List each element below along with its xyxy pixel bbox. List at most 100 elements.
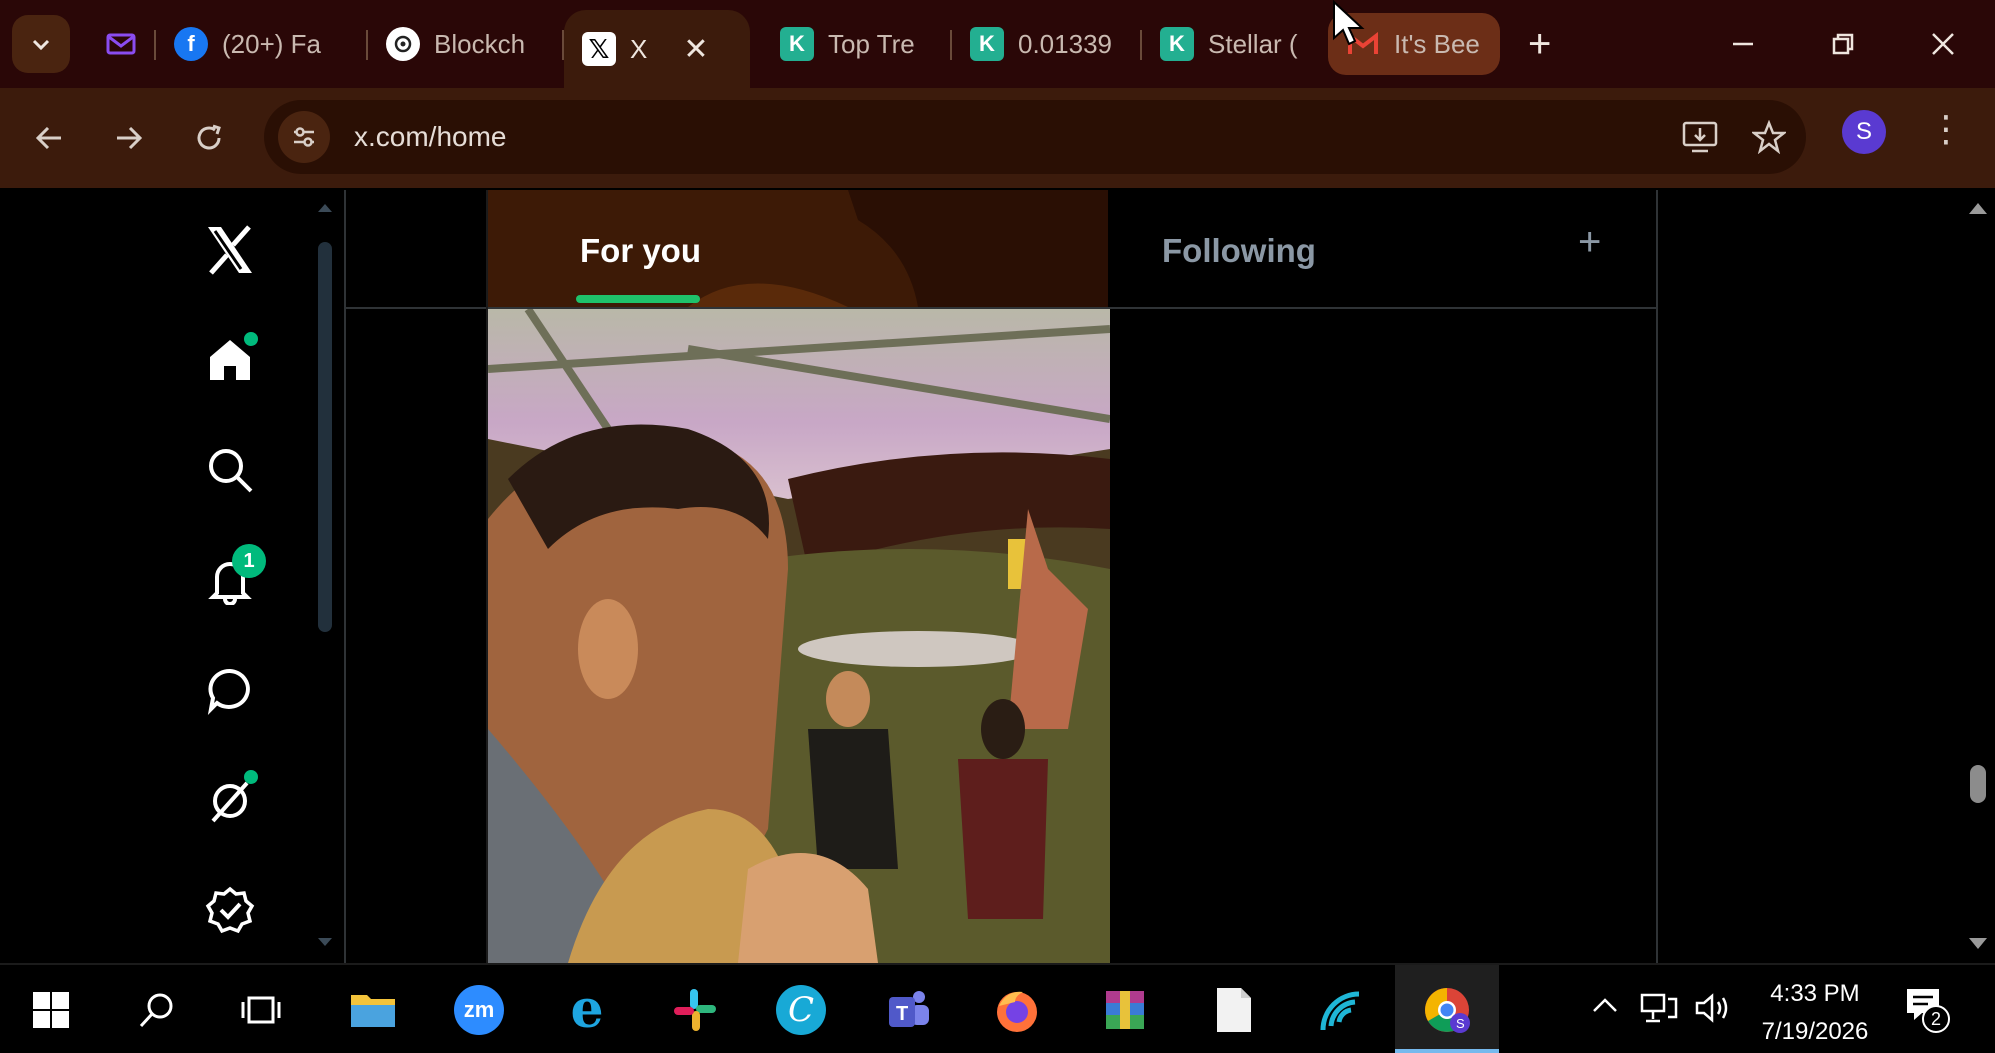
network-icon[interactable] (1640, 991, 1678, 1032)
clock-date: 7/19/2026 (1761, 1018, 1869, 1045)
arrow-right-icon (117, 126, 143, 150)
home-new-dot (244, 332, 258, 346)
verified-icon[interactable] (200, 880, 260, 940)
profile-avatar[interactable]: S (1842, 110, 1886, 154)
bookmark-star-icon[interactable] (1752, 120, 1786, 154)
tab-search-button[interactable] (12, 15, 70, 73)
kucoin-icon: K (1160, 27, 1194, 61)
action-center-badge: 2 (1922, 1005, 1950, 1033)
close-icon (1932, 33, 1954, 55)
tab-title: Stellar ( (1208, 28, 1298, 59)
page-scrollbar[interactable] (1964, 190, 1992, 963)
tab-mail[interactable] (86, 0, 156, 88)
internet-explorer-icon[interactable]: e (562, 984, 612, 1036)
grok-icon[interactable] (200, 770, 260, 830)
zoom-label: zm (454, 985, 504, 1035)
reload-button[interactable] (174, 103, 244, 173)
notepad-icon[interactable] (1208, 985, 1258, 1035)
svg-text:S: S (1456, 1016, 1465, 1031)
tab-stellar[interactable]: K Stellar ( (1142, 0, 1322, 88)
x-home-page: 1 For you Following + (0, 190, 1995, 963)
scroll-up-icon[interactable] (1964, 198, 1992, 218)
tab-price[interactable]: K 0.01339 (952, 0, 1142, 88)
search-icon[interactable] (132, 985, 182, 1035)
feed-tabs-header: For you Following + (346, 190, 1658, 309)
restore-icon (1832, 33, 1854, 55)
notifications-badge: 1 (232, 544, 266, 578)
clock-time: 4:33 PM (1770, 980, 1860, 1007)
kucoin-icon: K (970, 27, 1004, 61)
home-icon[interactable] (200, 330, 260, 390)
windows-start-icon[interactable] (26, 985, 76, 1035)
install-app-icon[interactable] (1682, 120, 1718, 154)
windows-taskbar: zm e C T S 4:33 PM 7/19/2026 2 (0, 963, 1995, 1053)
wireless-app-icon[interactable] (1314, 985, 1364, 1035)
close-window-button[interactable] (1893, 0, 1993, 88)
add-timeline-button[interactable]: + (1578, 220, 1601, 265)
tab-title: (20+) Fa (222, 28, 321, 59)
teams-icon[interactable]: T (884, 985, 934, 1035)
tab-blockchain[interactable]: Blockch (368, 0, 564, 88)
kucoin-icon: K (780, 27, 814, 61)
back-button[interactable] (14, 103, 84, 173)
scroll-down-icon[interactable] (1964, 934, 1992, 954)
tune-icon (294, 127, 314, 147)
sidebar-scroll-thumb[interactable] (318, 242, 332, 632)
tab-facebook[interactable]: f (20+) Fa (156, 0, 368, 88)
x-sidebar-nav: 1 (180, 190, 280, 963)
column-divider-right (1656, 190, 1658, 963)
browser-menu-icon[interactable]: ⋮ (1928, 108, 1964, 150)
chevron-up-icon (1593, 998, 1617, 1012)
minimize-button[interactable] (1693, 0, 1793, 88)
show-hidden-icons[interactable] (1590, 991, 1620, 1028)
site-settings-button[interactable] (278, 111, 330, 163)
tab-for-you[interactable]: For you (580, 232, 701, 270)
svg-text:T: T (896, 1003, 908, 1025)
scroll-up-icon[interactable] (316, 200, 334, 214)
x-logo-icon[interactable] (200, 220, 260, 280)
browser-toolbar: x.com/home S ⋮ (0, 88, 1995, 190)
notifications-icon[interactable]: 1 (200, 544, 266, 610)
reload-icon (197, 124, 221, 150)
post-video[interactable] (488, 309, 1110, 963)
url-text[interactable]: x.com/home (354, 121, 507, 153)
file-explorer-icon[interactable] (348, 985, 398, 1035)
winrar-icon[interactable] (1100, 985, 1150, 1035)
tab-x-active[interactable]: 𝕏 X ✕ (564, 10, 750, 88)
tab-following[interactable]: Following (1162, 232, 1316, 270)
action-center-icon[interactable]: 2 (1904, 985, 1950, 1033)
slack-icon[interactable] (670, 985, 720, 1035)
search-icon[interactable] (200, 440, 260, 500)
tab-close-button[interactable]: ✕ (683, 32, 708, 67)
forward-button[interactable] (94, 103, 164, 173)
grok-new-dot (244, 770, 258, 784)
arrow-left-icon (35, 126, 61, 150)
firefox-icon[interactable] (992, 985, 1042, 1035)
tab-top-trends[interactable]: K Top Tre (762, 0, 952, 88)
tab-title: X (630, 33, 648, 64)
x-logo-icon: 𝕏 (582, 32, 616, 66)
browser-tab-bar: f (20+) Fa Blockch 𝕏 X ✕ K Top Tre K 0.0… (0, 0, 1995, 88)
minimize-icon (1733, 42, 1753, 46)
task-view-icon[interactable] (236, 985, 286, 1035)
page-scroll-thumb[interactable] (1970, 765, 1986, 803)
sidebar-scrollbar[interactable] (316, 200, 334, 950)
tab-title: 0.01339 (1018, 28, 1112, 59)
new-tab-button[interactable]: + (1528, 22, 1551, 67)
scroll-down-icon[interactable] (316, 936, 334, 950)
canva-icon[interactable]: C (776, 985, 826, 1035)
messages-icon[interactable] (200, 660, 260, 720)
zoom-icon[interactable]: zm (454, 985, 504, 1035)
active-tab-indicator (576, 295, 700, 303)
restore-button[interactable] (1793, 0, 1893, 88)
tab-title: Blockch (434, 28, 526, 59)
openai-icon (386, 27, 420, 61)
system-clock[interactable]: 4:33 PM 7/19/2026 (1745, 975, 1885, 1051)
video-frame-image (488, 309, 1110, 963)
tab-title: It's Bee (1394, 28, 1480, 59)
chrome-icon[interactable]: S (1422, 985, 1472, 1035)
volume-icon[interactable] (1694, 991, 1732, 1032)
tab-title: Top Tre (828, 28, 915, 59)
address-bar[interactable]: x.com/home (264, 100, 1806, 174)
chevron-down-icon (32, 39, 50, 51)
